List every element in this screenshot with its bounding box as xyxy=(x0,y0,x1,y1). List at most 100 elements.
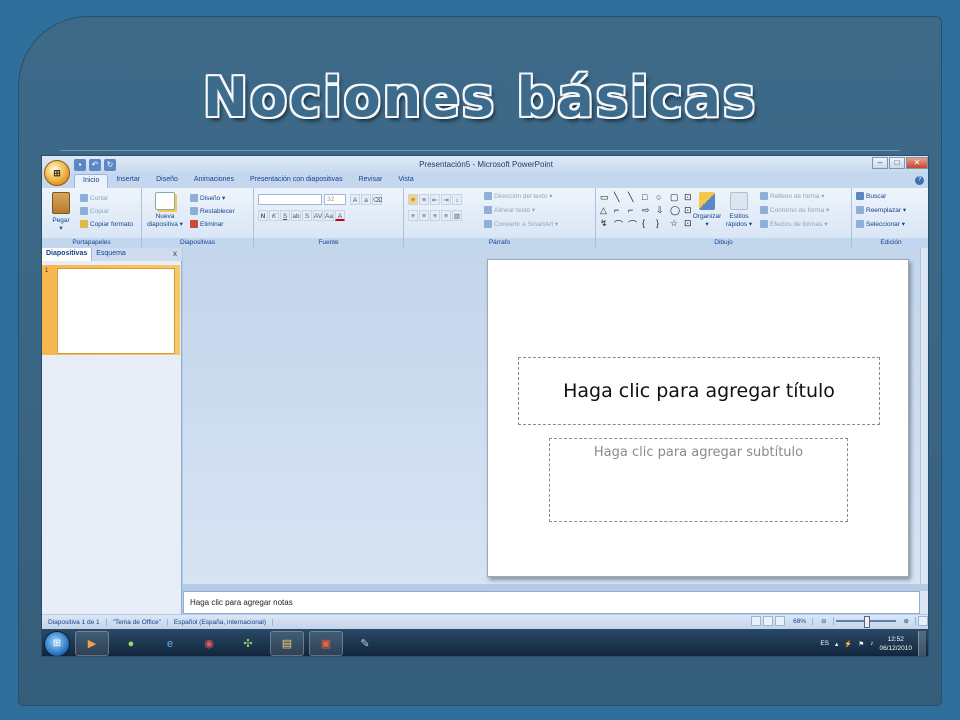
show-desktop-button[interactable] xyxy=(918,631,926,656)
title-placeholder[interactable]: Haga clic para agregar título xyxy=(518,357,880,425)
arrange-icon xyxy=(699,192,715,210)
quick-styles-button[interactable]: Estilos rápidos ▾ xyxy=(724,192,754,229)
indent-icon[interactable]: ⇥ xyxy=(441,194,451,205)
office-button[interactable]: ⊞ xyxy=(44,160,70,186)
bold-icon[interactable]: N xyxy=(258,210,268,221)
paint-icon[interactable]: ✎ xyxy=(348,631,382,656)
layout-button[interactable]: Diseño ▾ xyxy=(190,194,225,202)
group-dibujo: ▭ ╲ ╲ □ ○ ▢ ⊡ △ ⌐ ⌐ ⇨ ⇩ ◯ ⊡ ↯ ⌒ ⌒{} ☆ ⊡ Organizar ▾ Estil… xyxy=(596,188,852,248)
reset-button[interactable]: Restablecer xyxy=(190,207,235,215)
slide-thumbnail[interactable] xyxy=(57,268,175,354)
power-icon[interactable]: ⚡ xyxy=(844,640,852,648)
organize-button[interactable]: Organizar ▾ xyxy=(692,192,722,229)
language-indicator[interactable]: ES xyxy=(820,640,829,647)
line-spacing-icon[interactable]: ↕ xyxy=(452,194,462,205)
tab-animaciones[interactable]: Animaciones xyxy=(186,174,242,188)
brush-icon xyxy=(80,220,88,228)
tab-insertar[interactable]: Insertar xyxy=(108,174,148,188)
grow-font-icon[interactable]: A xyxy=(350,194,360,205)
notes-pane[interactable]: Haga clic para agregar notas xyxy=(183,591,920,614)
clock-date: 06/12/2010 xyxy=(879,644,912,652)
align-left-icon[interactable]: ≡ xyxy=(408,210,418,221)
select-button[interactable]: Seleccionar ▾ xyxy=(856,220,905,228)
tab-diseno[interactable]: Diseño xyxy=(148,174,186,188)
zoom-out-icon[interactable]: ⊖ xyxy=(815,617,834,625)
tab-esquema[interactable]: Esquema xyxy=(92,248,130,261)
text-direction-button[interactable]: Dirección del texto ▾ xyxy=(484,192,553,200)
shape-fill-button[interactable]: Relleno de forma ▾ xyxy=(760,192,825,200)
case-icon[interactable]: Aa xyxy=(324,210,334,221)
align-text-button[interactable]: Alinear texto ▾ xyxy=(484,206,535,214)
justify-icon[interactable]: ≡ xyxy=(441,210,451,221)
numbering-icon[interactable]: ≡ xyxy=(419,194,429,205)
subtitle-placeholder[interactable]: Haga clic para agregar subtítulo xyxy=(549,438,848,522)
shape-effects-button[interactable]: Efectos de formas ▾ xyxy=(760,220,827,228)
copy-button[interactable]: Copiar xyxy=(80,207,109,215)
new-slide-button[interactable]: Nueva diapositiva ▾ xyxy=(146,192,184,229)
tray-arrow-icon[interactable]: ▴ xyxy=(835,640,838,648)
zoom-level[interactable]: 68% xyxy=(787,617,814,625)
outdent-icon[interactable]: ⇤ xyxy=(430,194,440,205)
explorer-icon[interactable]: ▤ xyxy=(270,631,304,656)
align-right-icon[interactable]: ≡ xyxy=(430,210,440,221)
tab-vista[interactable]: Vista xyxy=(390,174,421,188)
paste-button[interactable]: Pegar ▾ xyxy=(46,192,76,233)
cut-button[interactable]: Cortar xyxy=(80,194,108,202)
spacing-icon[interactable]: AV xyxy=(313,210,323,221)
font-size-field[interactable]: 32 xyxy=(324,194,346,205)
sorter-view-icon[interactable] xyxy=(763,616,774,626)
strike-icon[interactable]: ab xyxy=(291,210,301,221)
media-icon[interactable]: ◉ xyxy=(192,631,226,656)
language-status[interactable]: Español (España, internacional) xyxy=(168,618,274,626)
format-painter-button[interactable]: Copiar formato xyxy=(80,220,133,228)
status-bar: Diapositiva 1 de 1 "Tema de Office" Espa… xyxy=(42,615,928,629)
align-center-icon[interactable]: ≡ xyxy=(419,210,429,221)
close-button[interactable]: ✕ xyxy=(906,157,928,169)
font-name-field[interactable] xyxy=(258,194,322,205)
find-button[interactable]: Buscar xyxy=(856,192,886,200)
slide-thumbnail-row[interactable]: 1 xyxy=(42,265,180,355)
columns-icon[interactable]: ▥ xyxy=(452,210,462,221)
zoom-slider[interactable] xyxy=(835,616,896,628)
italic-icon[interactable]: K xyxy=(269,210,279,221)
slideshow-icon[interactable] xyxy=(775,616,786,626)
start-button[interactable]: ⊞ xyxy=(44,630,70,656)
normal-view-icon[interactable] xyxy=(751,616,762,626)
media-player-icon[interactable]: ▶ xyxy=(75,631,109,656)
maximize-button[interactable]: □ xyxy=(889,157,905,169)
shadow-icon[interactable]: S xyxy=(302,210,312,221)
delete-slide-button[interactable]: Eliminar xyxy=(190,220,223,228)
tab-revisar[interactable]: Revisar xyxy=(351,174,391,188)
windows-taskbar: ⊞ ▶ ● e ◉ ✣ ▤ ▣ ✎ ES ▴ ⚡ ⚑ ♪ 12:52 06/12… xyxy=(42,629,928,656)
help-icon[interactable]: ? xyxy=(915,176,924,185)
volume-icon[interactable]: ♪ xyxy=(870,640,873,647)
underline-icon[interactable]: S xyxy=(280,210,290,221)
smartart-button[interactable]: Convertir a SmartArt ▾ xyxy=(484,220,558,228)
tab-diapositivas[interactable]: Diapositivas xyxy=(42,248,93,261)
powerpoint-icon[interactable]: ▣ xyxy=(309,631,343,656)
shape-outline-button[interactable]: Contorno de forma ▾ xyxy=(760,206,829,214)
clock[interactable]: 12:52 06/12/2010 xyxy=(879,635,912,653)
clear-format-icon[interactable]: ⌫ xyxy=(372,194,382,205)
notes-scrollbar[interactable] xyxy=(920,591,928,614)
slide-canvas[interactable]: Haga clic para agregar título Haga clic … xyxy=(487,259,909,577)
network-icon[interactable]: ✣ xyxy=(231,631,265,656)
font-color-icon[interactable]: A xyxy=(335,210,345,221)
group-label: Dibujo xyxy=(596,238,851,248)
minimize-button[interactable]: – xyxy=(872,157,888,169)
fit-window-icon[interactable] xyxy=(918,616,928,626)
tab-inicio[interactable]: Inicio xyxy=(74,174,109,188)
tab-presentacion[interactable]: Presentación con diapositivas xyxy=(242,174,351,188)
zoom-in-icon[interactable]: ⊕ xyxy=(898,617,916,625)
shrink-font-icon[interactable]: a xyxy=(361,194,371,205)
shapes-gallery[interactable]: ▭ ╲ ╲ □ ○ ▢ ⊡ △ ⌐ ⌐ ⇨ ⇩ ◯ ⊡ ↯ ⌒ ⌒{} ☆ ⊡ xyxy=(600,192,692,231)
bullets-icon[interactable]: ≡ xyxy=(408,194,418,205)
flag-icon[interactable]: ⚑ xyxy=(858,640,864,648)
replace-button[interactable]: Reemplazar ▾ xyxy=(856,206,906,214)
close-icon[interactable]: x xyxy=(173,249,177,258)
messenger-icon[interactable]: ● xyxy=(114,631,148,656)
clipboard-icon xyxy=(52,192,70,214)
font-size-buttons: Aa ⌫ xyxy=(350,194,382,205)
vertical-scrollbar[interactable] xyxy=(920,248,928,584)
internet-explorer-icon[interactable]: e xyxy=(153,631,187,656)
